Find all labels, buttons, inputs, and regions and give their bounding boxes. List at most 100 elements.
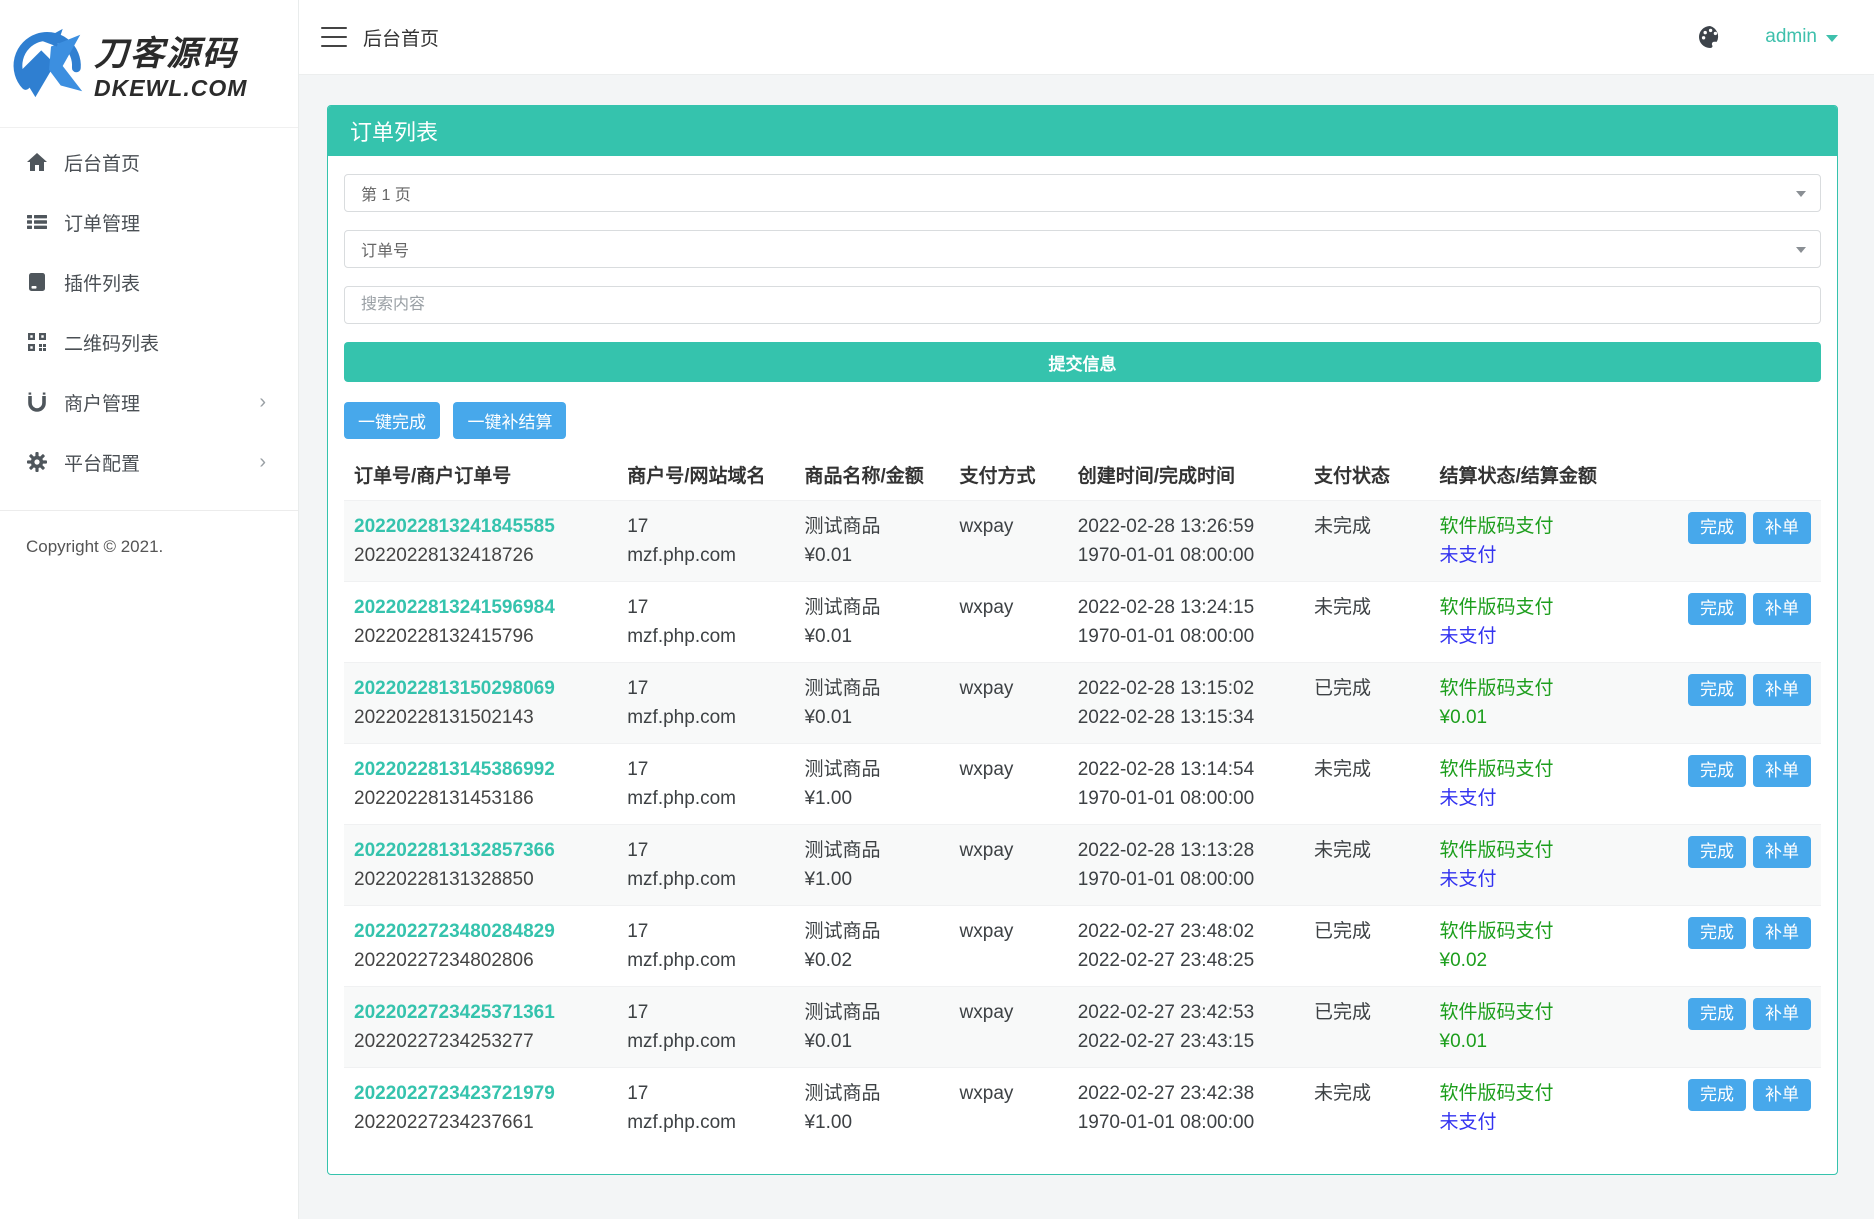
search-field-value: 订单号 — [361, 237, 409, 261]
pay-status-cell: 未完成 — [1304, 501, 1430, 582]
merchant-order-number: 20220228131328850 — [354, 865, 607, 894]
row-actions-cell: 完成补单 — [1651, 906, 1821, 987]
order-number-link[interactable]: 2022022723425371361 — [354, 998, 607, 1027]
sidebar-item-label: 订单管理 — [64, 209, 140, 236]
order-row: 202202281315029806920220228131502143 17mz… — [344, 663, 1821, 744]
order-row: 20220227234237219792022022723423766117mz… — [344, 1068, 1821, 1149]
order-number-link[interactable]: 2022022723480284829 — [354, 917, 607, 946]
row-actions-cell: 完成补单 — [1651, 744, 1821, 825]
complete-order-button[interactable]: 完成 — [1688, 836, 1746, 868]
order-number-link[interactable]: 2022022723423721979 — [354, 1079, 607, 1108]
complete-order-button[interactable]: 完成 — [1688, 998, 1746, 1030]
completed-time: 2022-02-27 23:48:25 — [1078, 946, 1294, 975]
order-number-link[interactable]: 2022022813150298069 — [354, 674, 607, 703]
sidebar-item-label: 商户管理 — [64, 389, 140, 416]
complete-order-button[interactable]: 完成 — [1688, 512, 1746, 544]
palette-icon[interactable] — [1697, 24, 1723, 50]
row-actions-cell: 完成补单 — [1651, 1068, 1821, 1149]
pay-method-cell: wxpay — [950, 906, 1068, 987]
menu-toggle-icon[interactable] — [321, 27, 347, 47]
search-field-select[interactable]: 订单号 — [344, 230, 1821, 268]
content: 订单列表 第 1 页 订单号 提交信息 一键完成 一键补结算 — [299, 75, 1874, 1219]
order-number-link[interactable]: 2022022813132857366 — [354, 836, 607, 865]
row-actions-cell: 完成补单 — [1651, 825, 1821, 906]
sidebar-item-merchants[interactable]: 商户管理 › — [0, 372, 298, 432]
pay-status-cell: 已完成 — [1304, 906, 1430, 987]
sidebar-item-label: 平台配置 — [64, 449, 140, 476]
merchant-cell: 17mzf.php.com — [617, 906, 794, 987]
product-cell: 测试商品¥0.01 — [794, 987, 949, 1068]
time-cell: 2022-02-27 23:42:532022-02-27 23:43:15 — [1068, 987, 1304, 1068]
complete-order-button[interactable]: 完成 — [1688, 755, 1746, 787]
settle-channel: 软件版码支付 — [1440, 755, 1642, 784]
product-cell: 测试商品¥1.00 — [794, 1068, 949, 1149]
sidebar-item-home[interactable]: 后台首页 — [0, 132, 298, 192]
settlement-cell: 软件版码支付¥0.01 — [1430, 987, 1652, 1068]
sidebar-item-orders[interactable]: 订单管理 — [0, 192, 298, 252]
order-amount: ¥0.01 — [804, 541, 939, 570]
resettle-order-button[interactable]: 补单 — [1753, 917, 1811, 949]
resettle-order-button[interactable]: 补单 — [1753, 593, 1811, 625]
site-domain: mzf.php.com — [627, 1027, 784, 1056]
order-number-link[interactable]: 2022022813241845585 — [354, 512, 607, 541]
merchant-order-number: 20220227234237661 — [354, 1108, 607, 1137]
settle-channel: 软件版码支付 — [1440, 593, 1642, 622]
resettle-order-button[interactable]: 补单 — [1753, 674, 1811, 706]
product-name: 测试商品 — [804, 917, 939, 946]
row-actions-cell: 完成补单 — [1651, 987, 1821, 1068]
settle-value: 未支付 — [1440, 1108, 1642, 1137]
topbar-right: admin — [1697, 24, 1838, 50]
settle-value: ¥0.01 — [1440, 1027, 1642, 1056]
product-name: 测试商品 — [804, 1079, 939, 1108]
complete-all-button[interactable]: 一键完成 — [344, 402, 440, 439]
order-number-link[interactable]: 2022022813145386992 — [354, 755, 607, 784]
settlement-cell: 软件版码支付¥0.01 — [1430, 663, 1652, 744]
complete-order-button[interactable]: 完成 — [1688, 593, 1746, 625]
pay-method-cell: wxpay — [950, 744, 1068, 825]
sidebar-item-label: 二维码列表 — [64, 329, 159, 356]
column-header-order-no: 订单号/商户订单号 — [344, 451, 617, 501]
resettle-order-button[interactable]: 补单 — [1753, 1079, 1811, 1111]
order-row: 20220228132418455852022022813241872617mz… — [344, 501, 1821, 582]
resettle-order-button[interactable]: 补单 — [1753, 512, 1811, 544]
site-domain: mzf.php.com — [627, 946, 784, 975]
settle-value: 未支付 — [1440, 541, 1642, 570]
plugin-icon — [26, 271, 48, 293]
product-cell: 测试商品¥1.00 — [794, 744, 949, 825]
merchant-id: 17 — [627, 512, 784, 541]
user-dropdown[interactable]: admin — [1765, 26, 1838, 48]
sidebar-item-plugins[interactable]: 插件列表 — [0, 252, 298, 312]
orders-table-body: 20220228132418455852022022813241872617mz… — [344, 501, 1821, 1149]
order-no-cell: 202202272342537136120220227234253277 — [344, 987, 617, 1068]
order-amount: ¥0.01 — [804, 1027, 939, 1056]
complete-order-button[interactable]: 完成 — [1688, 917, 1746, 949]
order-row: 20220228131328573662022022813132885017mz… — [344, 825, 1821, 906]
resettle-order-button[interactable]: 补单 — [1753, 755, 1811, 787]
settle-channel: 软件版码支付 — [1440, 674, 1642, 703]
sidebar-menu: 后台首页 订单管理 插件列表 — [0, 128, 298, 492]
order-no-cell: 202202281324184558520220228132418726 — [344, 501, 617, 582]
product-cell: 测试商品¥0.01 — [794, 501, 949, 582]
search-input[interactable] — [344, 286, 1821, 324]
resettle-order-button[interactable]: 补单 — [1753, 836, 1811, 868]
merchant-cell: 17mzf.php.com — [617, 663, 794, 744]
resettle-all-button[interactable]: 一键补结算 — [453, 402, 566, 439]
column-header-product: 商品名称/金额 — [794, 451, 949, 501]
settle-value: ¥0.01 — [1440, 703, 1642, 732]
product-cell: 测试商品¥0.01 — [794, 663, 949, 744]
resettle-order-button[interactable]: 补单 — [1753, 998, 1811, 1030]
page-select[interactable]: 第 1 页 — [344, 174, 1821, 212]
row-actions-cell: 完成补单 — [1651, 663, 1821, 744]
sidebar-item-platform-config[interactable]: 平台配置 › — [0, 432, 298, 492]
settle-value: 未支付 — [1440, 865, 1642, 894]
pay-method-cell: wxpay — [950, 987, 1068, 1068]
complete-order-button[interactable]: 完成 — [1688, 674, 1746, 706]
merchant-order-number: 20220228131502143 — [354, 703, 607, 732]
submit-button[interactable]: 提交信息 — [344, 342, 1821, 382]
sidebar-item-qrcodes[interactable]: 二维码列表 — [0, 312, 298, 372]
product-cell: 测试商品¥1.00 — [794, 825, 949, 906]
time-cell: 2022-02-28 13:26:591970-01-01 08:00:00 — [1068, 501, 1304, 582]
complete-order-button[interactable]: 完成 — [1688, 1079, 1746, 1111]
brand-logo[interactable]: 刀客源码 DKEWL.COM — [0, 0, 298, 128]
order-number-link[interactable]: 2022022813241596984 — [354, 593, 607, 622]
